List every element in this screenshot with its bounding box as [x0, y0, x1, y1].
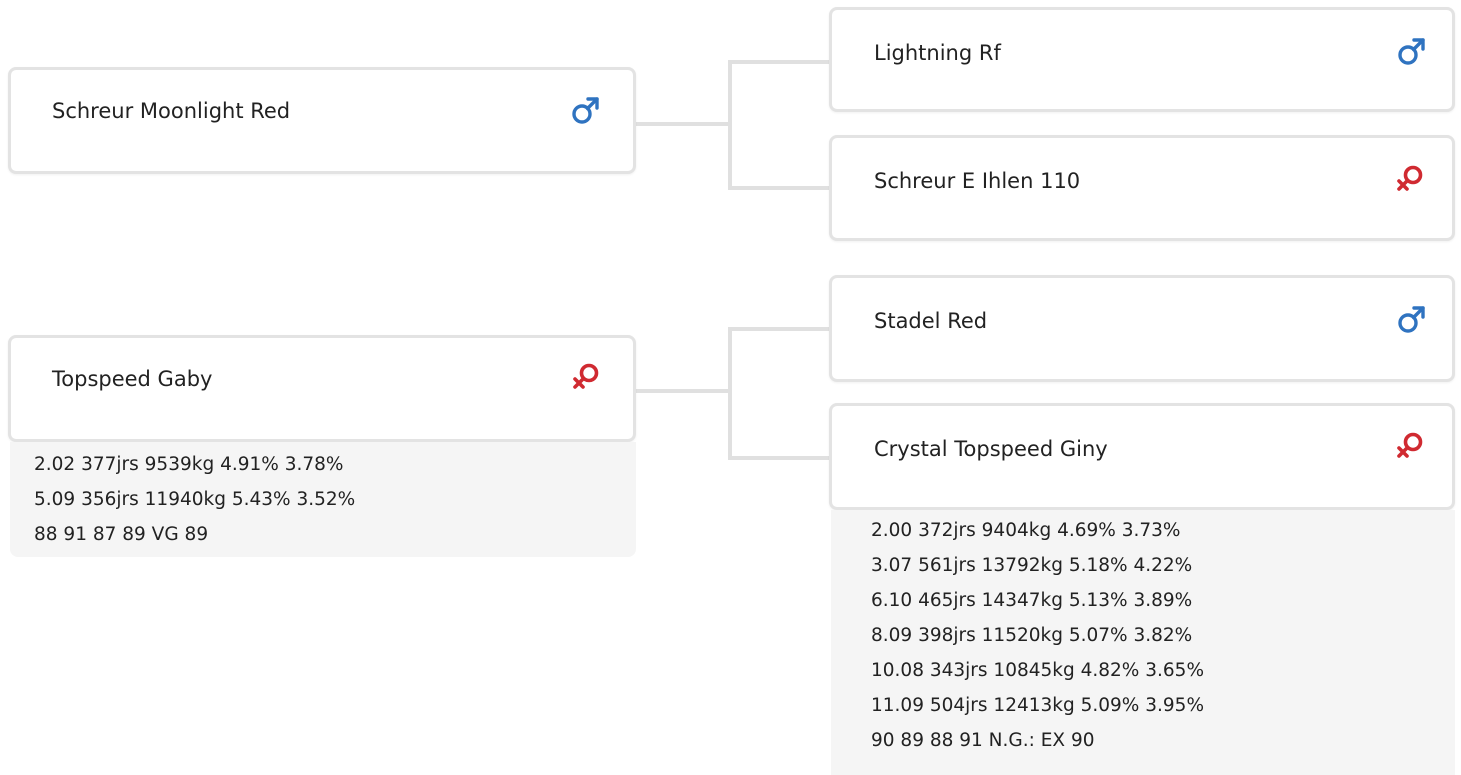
- pedigree-tree: Schreur Moonlight Red Lightning Rf Schre…: [0, 0, 1461, 775]
- sire-dam-name: Schreur E Ihlen 110: [874, 169, 1081, 193]
- sire-card[interactable]: Schreur Moonlight Red: [8, 67, 636, 174]
- stats-line: 6.10 465jrs 14347kg 5.13% 3.89%: [871, 590, 1193, 611]
- connector-dam-stem: [634, 389, 730, 393]
- male-icon: [568, 94, 602, 128]
- dam-dam-card[interactable]: Crystal Topspeed Giny: [829, 403, 1455, 510]
- male-icon: [1394, 303, 1428, 337]
- connector-sire-stem: [634, 122, 730, 126]
- sire-sire-card[interactable]: Lightning Rf: [829, 7, 1455, 112]
- dam-sire-name: Stadel Red: [874, 309, 988, 333]
- connector-dam-vertical: [728, 327, 732, 460]
- male-icon: [1394, 35, 1428, 69]
- stats-line: 10.08 343jrs 10845kg 4.82% 3.65%: [871, 660, 1205, 681]
- connector-sire-top: [728, 60, 830, 64]
- stats-line: 90 89 88 91 N.G.: EX 90: [871, 730, 1095, 751]
- stats-line: 2.02 377jrs 9539kg 4.91% 3.78%: [34, 454, 344, 475]
- dam-dam-stats: 2.00 372jrs 9404kg 4.69% 3.73% 3.07 561j…: [831, 510, 1455, 775]
- stats-line: 2.00 372jrs 9404kg 4.69% 3.73%: [871, 520, 1181, 541]
- female-icon: [1394, 162, 1428, 196]
- sire-dam-card[interactable]: Schreur E Ihlen 110: [829, 135, 1455, 241]
- dam-dam-name: Crystal Topspeed Giny: [874, 437, 1108, 461]
- female-icon: [1394, 429, 1428, 463]
- sire-name: Schreur Moonlight Red: [52, 99, 291, 123]
- female-icon: [570, 360, 604, 394]
- stats-line: 5.09 356jrs 11940kg 5.43% 3.52%: [34, 489, 356, 510]
- dam-stats: 2.02 377jrs 9539kg 4.91% 3.78% 5.09 356j…: [10, 442, 636, 557]
- dam-card[interactable]: Topspeed Gaby: [8, 335, 636, 442]
- connector-sire-bottom: [728, 186, 830, 190]
- stats-line: 88 91 87 89 VG 89: [34, 524, 209, 545]
- dam-name: Topspeed Gaby: [52, 367, 213, 391]
- stats-line: 8.09 398jrs 11520kg 5.07% 3.82%: [871, 625, 1193, 646]
- connector-sire-vertical: [728, 60, 732, 190]
- dam-sire-card[interactable]: Stadel Red: [829, 275, 1455, 382]
- connector-dam-top: [728, 327, 830, 331]
- connector-dam-bottom: [728, 456, 830, 460]
- stats-line: 3.07 561jrs 13792kg 5.18% 4.22%: [871, 555, 1193, 576]
- stats-line: 11.09 504jrs 12413kg 5.09% 3.95%: [871, 695, 1205, 716]
- sire-sire-name: Lightning Rf: [874, 41, 1001, 65]
